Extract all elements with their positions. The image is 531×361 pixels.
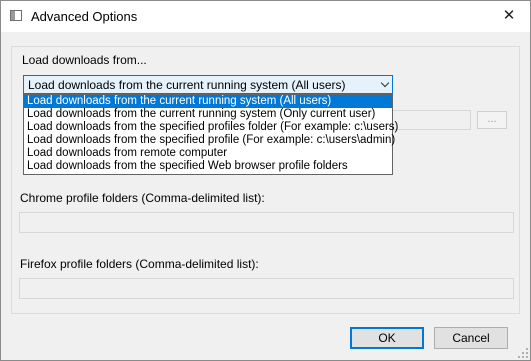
title-bar[interactable]: Advanced Options ✕ [1, 1, 530, 32]
firefox-folders-input[interactable] [19, 278, 514, 299]
firefox-folders-label: Firefox profile folders (Comma-delimited… [20, 257, 259, 271]
load-source-select[interactable]: Load downloads from the current running … [23, 75, 393, 94]
group-label: Load downloads from... [21, 53, 148, 67]
ok-button[interactable]: OK [350, 327, 424, 349]
chrome-folders-label: Chrome profile folders (Comma-delimited … [20, 191, 265, 205]
dropdown-option[interactable]: Load downloads from remote computer [24, 147, 392, 160]
dropdown-option[interactable]: Load downloads from the current running … [24, 95, 392, 108]
chevron-down-icon[interactable] [380, 78, 390, 88]
cancel-button[interactable]: Cancel [434, 327, 508, 349]
chrome-folders-input[interactable] [19, 212, 514, 233]
resize-grip-icon[interactable] [518, 348, 528, 358]
app-window-icon [10, 10, 22, 21]
window-title: Advanced Options [31, 9, 138, 24]
dropdown-option[interactable]: Load downloads from the specified Web br… [24, 160, 392, 173]
browse-button[interactable]: ... [477, 111, 507, 129]
select-value: Load downloads from the current running … [28, 78, 346, 92]
dropdown-option[interactable]: Load downloads from the current running … [24, 108, 392, 121]
close-icon[interactable]: ✕ [494, 3, 524, 29]
dropdown-option[interactable]: Load downloads from the specified profil… [24, 121, 398, 134]
dropdown-option[interactable]: Load downloads from the specified profil… [24, 134, 395, 147]
load-source-dropdown-list[interactable]: Load downloads from the current running … [23, 94, 398, 175]
advanced-options-dialog: Advanced Options ✕ Load downloads from..… [0, 0, 531, 361]
